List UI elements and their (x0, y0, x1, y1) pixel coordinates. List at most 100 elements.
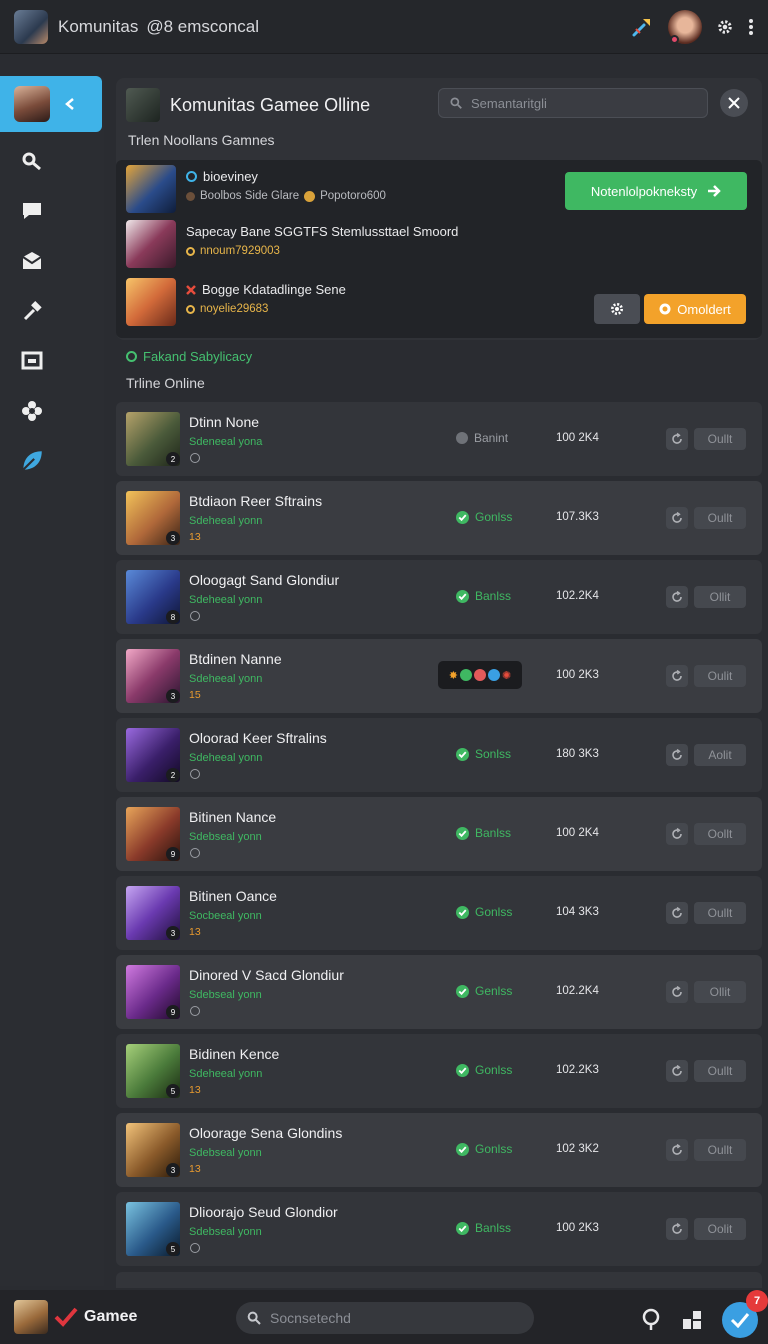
player-count: 100 2K4 (556, 432, 599, 444)
sidebar-item-mail[interactable] (0, 236, 64, 286)
player-name: Bidinen Kence (189, 1046, 280, 1062)
refresh-button[interactable] (666, 1218, 688, 1240)
sidebar-item-tools[interactable] (0, 286, 64, 336)
list-item[interactable]: 3 Bitinen Oance Socbeeal yonn 13 Gonlss 104 3… (116, 876, 762, 950)
refresh-icon (672, 986, 682, 997)
community-logo (126, 88, 160, 122)
action-button[interactable]: Oulit (694, 665, 746, 687)
action-button[interactable]: Ollit (694, 981, 746, 1003)
list-item[interactable]: 2 Dtinn None Sdeneeal yona Banint 100 2K4 Oul… (116, 402, 762, 476)
refresh-button[interactable] (666, 744, 688, 766)
sidebar-item-explore[interactable] (0, 436, 64, 486)
more-icon[interactable] (748, 18, 754, 36)
player-count: 102 3K2 (556, 1143, 599, 1155)
action-button[interactable]: Oullt (694, 1060, 746, 1082)
grid-icon[interactable] (682, 1310, 702, 1330)
refresh-button[interactable] (666, 823, 688, 845)
list-item[interactable]: 3 Oloorage Sena Glondins Sdebseal yonn 13 Go… (116, 1113, 762, 1187)
list-item[interactable]: 5 Bidinen Kence Sdeheeal yonn 13 Gonlss 102.2… (116, 1034, 762, 1108)
refresh-button[interactable] (666, 507, 688, 529)
refresh-button[interactable] (666, 586, 688, 608)
list-item[interactable]: 9 Dinored V Sacd Glondiur Sdebseal yonn Gen… (116, 955, 762, 1029)
privacy-icon (126, 351, 137, 362)
list-item[interactable]: 3 Btdinen Nanne Sdeheeal yonn 15 ✸ ✺ 100 2K3 Ou… (116, 639, 762, 713)
player-status: Gonlss (456, 1142, 512, 1156)
notification-dot (670, 34, 679, 44)
status-label: Banlss (475, 826, 512, 840)
friend-item[interactable]: Sapecay Bane SGGTFS Stemlussttael Smoord… (126, 220, 458, 268)
list-item[interactable]: 8 Oloogagt Sand Glondiur Sdeheeal yonn Banl… (116, 560, 762, 634)
join-button[interactable]: Notenlolpokneksty (565, 172, 747, 210)
search-people-icon (22, 152, 41, 171)
action-button[interactable]: Ollit (694, 586, 746, 608)
action-button[interactable]: Oolit (694, 1218, 746, 1240)
check-circle-icon (456, 905, 469, 919)
list-item[interactable]: 5 Dlioorajo Seud Glondior Sdebseal yonn Ban… (116, 1192, 762, 1266)
sidebar-item-search[interactable] (0, 136, 64, 186)
player-count: 180 3K3 (556, 748, 599, 760)
action-button[interactable]: Oullt (694, 902, 746, 924)
privacy-indicator[interactable]: Fakand Sabylicacy (126, 349, 252, 364)
friend-item[interactable]: bioeviney Boolbos Side Glare Popotoro600 (126, 165, 386, 213)
player-status: Sonlss (456, 747, 511, 761)
friend-game: Popotoro600 (320, 190, 386, 202)
badge-icon (304, 190, 316, 202)
blue-orb-icon (488, 669, 500, 681)
close-button[interactable] (720, 89, 748, 117)
confirm-fab[interactable]: 7 (722, 1290, 768, 1338)
check-circle-icon (456, 1063, 469, 1077)
sidebar (0, 76, 104, 1286)
app-avatar[interactable] (14, 9, 48, 44)
location-icon[interactable] (640, 1308, 662, 1332)
player-subtitle: Sdebseal yonn (189, 1147, 262, 1159)
bottom-search-input[interactable]: Socnsetechd (236, 1302, 534, 1334)
community-panel: Komunitas Gamee Olline Semantaritgli Trl… (116, 78, 762, 340)
refresh-button[interactable] (666, 428, 688, 450)
refresh-button[interactable] (666, 902, 688, 924)
action-button[interactable]: Oullt (694, 1139, 746, 1161)
join-button-label: Notenlolpokneksty (590, 183, 698, 199)
spark-icon: ✺ (502, 669, 512, 682)
action-button[interactable]: Aolit (694, 744, 746, 766)
player-name: Oloogagt Sand Glondiur (189, 572, 340, 588)
friend-status: Boolbos Side Glare (200, 190, 300, 202)
moderate-button[interactable]: Omoldert (644, 294, 746, 324)
player-count: 100 2K3 (556, 1222, 599, 1234)
check-circle-icon (456, 510, 469, 524)
check-icon (730, 1313, 750, 1328)
settings-button[interactable] (594, 294, 640, 324)
list-item[interactable]: 3 Btdiaon Reer Sftrains Sdeheeal yonn 13 Gon… (116, 481, 762, 555)
online-ring-icon (186, 171, 197, 182)
status-label: Banlss (475, 1221, 512, 1235)
action-button[interactable]: Oullt (694, 507, 746, 529)
player-count: 100 2K3 (556, 669, 599, 681)
list-item[interactable]: 2 Oloorad Keer Sftralins Sdeheeal yonn Sonl… (116, 718, 762, 792)
user-avatar (14, 86, 50, 122)
settings-icon[interactable] (716, 18, 734, 36)
player-name: Oloorage Sena Glondins (189, 1125, 343, 1141)
list-item[interactable]: 9 Bitinen Nance Sdebseal yonn Banlss 100 2K4… (116, 797, 762, 871)
sidebar-item-profile[interactable] (0, 76, 102, 132)
bottom-avatar[interactable] (14, 1300, 48, 1334)
refresh-icon (672, 749, 682, 760)
player-subtitle: Sdeheeal yonn (189, 515, 263, 527)
refresh-button[interactable] (666, 1139, 688, 1161)
player-count: 107.3K3 (556, 511, 599, 523)
action-button[interactable]: Oullt (694, 428, 746, 450)
friend-item[interactable]: Bogge Kdatadlinge Sene noyelie29683 (126, 278, 346, 326)
check-circle-icon (456, 747, 469, 761)
refresh-button[interactable] (666, 665, 688, 687)
sidebar-item-games[interactable] (0, 386, 64, 436)
refresh-button[interactable] (666, 1060, 688, 1082)
refresh-button[interactable] (666, 981, 688, 1003)
level-badge: 2 (166, 768, 180, 782)
profile-avatar[interactable] (668, 9, 702, 44)
refresh-icon (672, 1223, 682, 1234)
gear-icon (611, 303, 623, 315)
sidebar-item-screen[interactable] (0, 336, 64, 386)
sidebar-item-chat[interactable] (0, 186, 64, 236)
level-badge: 9 (166, 847, 180, 861)
search-input[interactable]: Semantaritgli (438, 88, 708, 118)
action-button[interactable]: Oollt (694, 823, 746, 845)
sword-icon[interactable] (630, 15, 654, 39)
